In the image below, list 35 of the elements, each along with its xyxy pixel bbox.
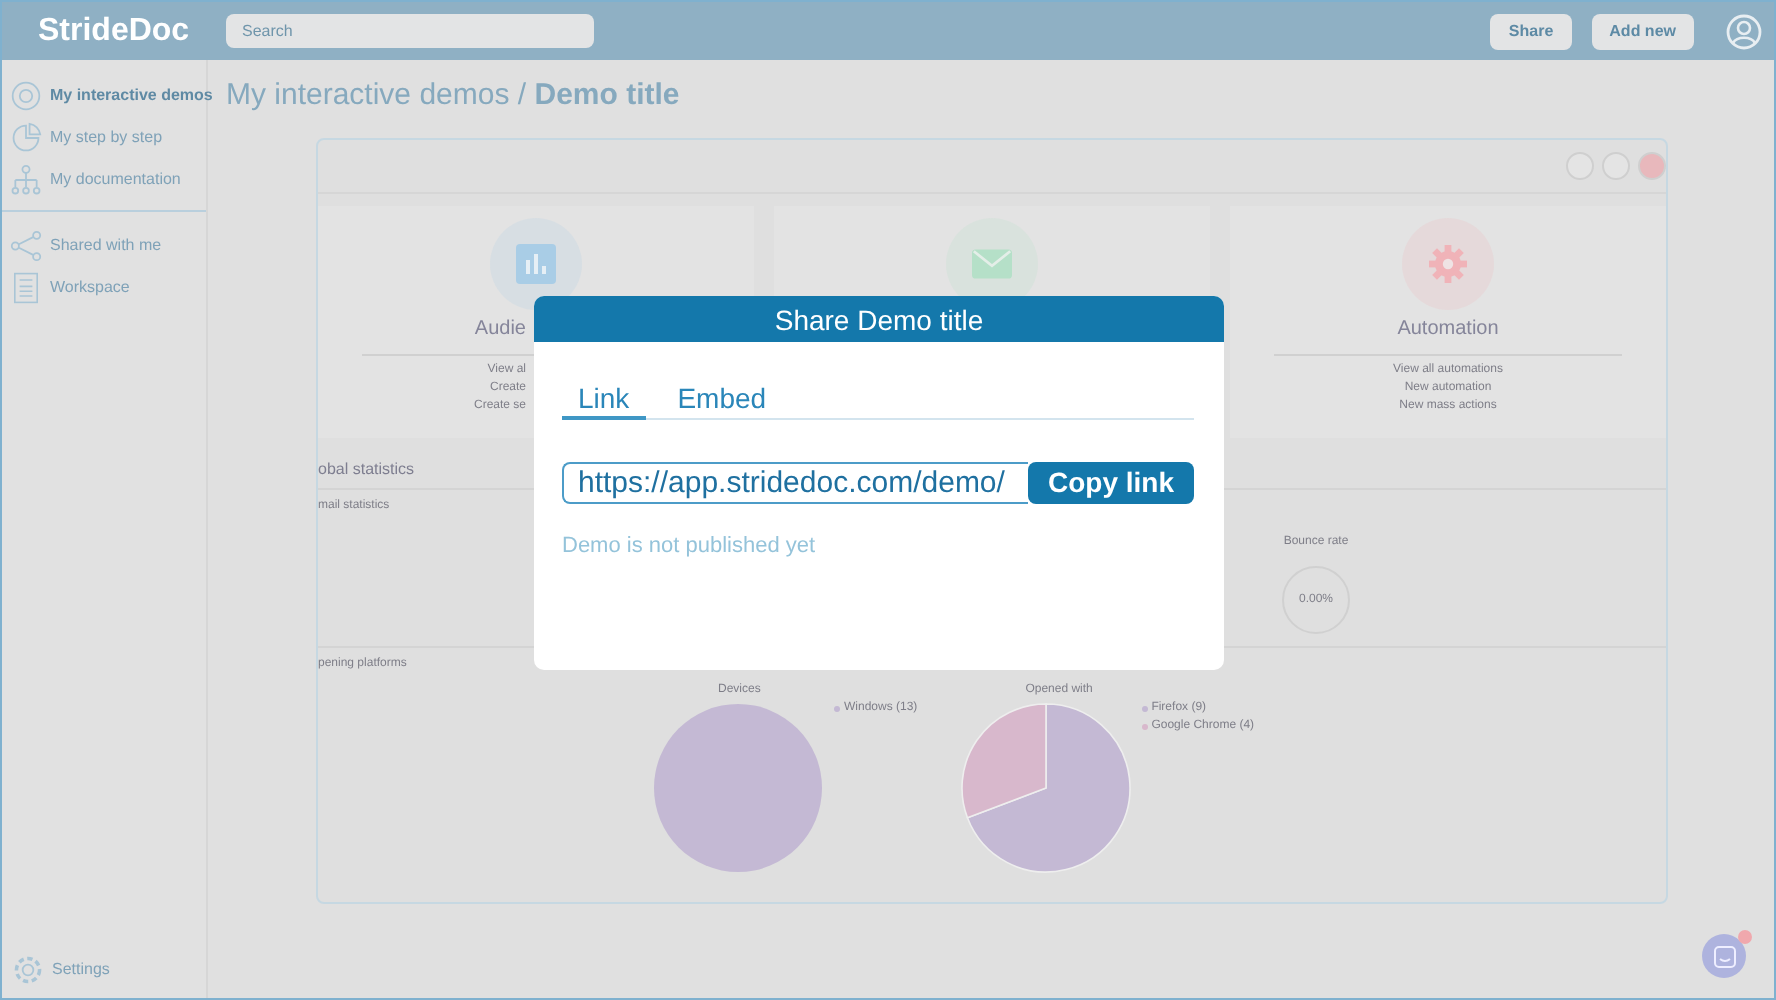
settings-icon	[12, 953, 44, 985]
legend-dot	[1141, 724, 1148, 730]
copy-link-button[interactable]: Copy link	[1027, 461, 1194, 503]
settings-item[interactable]: Settings	[2, 952, 206, 998]
chat-button[interactable]	[1702, 934, 1746, 978]
target-icon	[10, 79, 42, 111]
pie-chart-icon	[10, 121, 42, 153]
tab[interactable]: Embed	[661, 382, 783, 420]
card-title: Audie	[474, 318, 526, 344]
toolbar-button[interactable]	[1638, 152, 1666, 180]
search-field[interactable]: Search	[226, 14, 594, 48]
sidebar-item[interactable]: Workspace	[10, 270, 206, 304]
status-note: Demo is not published yet	[562, 533, 818, 557]
legend-dot	[1141, 706, 1148, 712]
app-logo: StrideDoc	[38, 13, 192, 49]
page-title: My interactive demos / Demo title	[226, 78, 682, 112]
url-field[interactable]: https://app.stridedoc.com/demo/	[562, 461, 1028, 503]
chat-icon	[1713, 945, 1735, 967]
toolbar-button[interactable]: Add new	[1591, 13, 1694, 49]
gear-icon	[1428, 244, 1468, 284]
sidebar-item[interactable]: My step by step	[10, 120, 206, 154]
envelope-icon	[972, 244, 1012, 284]
share-icon	[10, 229, 42, 261]
legend-dot	[834, 706, 840, 712]
sidebar-item[interactable]: My documentation	[10, 162, 206, 196]
tab[interactable]: Link	[562, 382, 646, 420]
notification-badge	[1738, 930, 1752, 944]
user-avatar-icon[interactable]	[1726, 13, 1762, 49]
sidebar-item[interactable]: Shared with me	[10, 228, 206, 262]
checklist-icon	[10, 271, 42, 303]
hierarchy-icon	[10, 163, 42, 195]
toolbar-button[interactable]: Share	[1490, 13, 1572, 49]
card-title: Automation	[1397, 318, 1499, 344]
bar-chart-icon	[516, 244, 556, 284]
dialog-title: Share Demo title	[534, 296, 1224, 342]
